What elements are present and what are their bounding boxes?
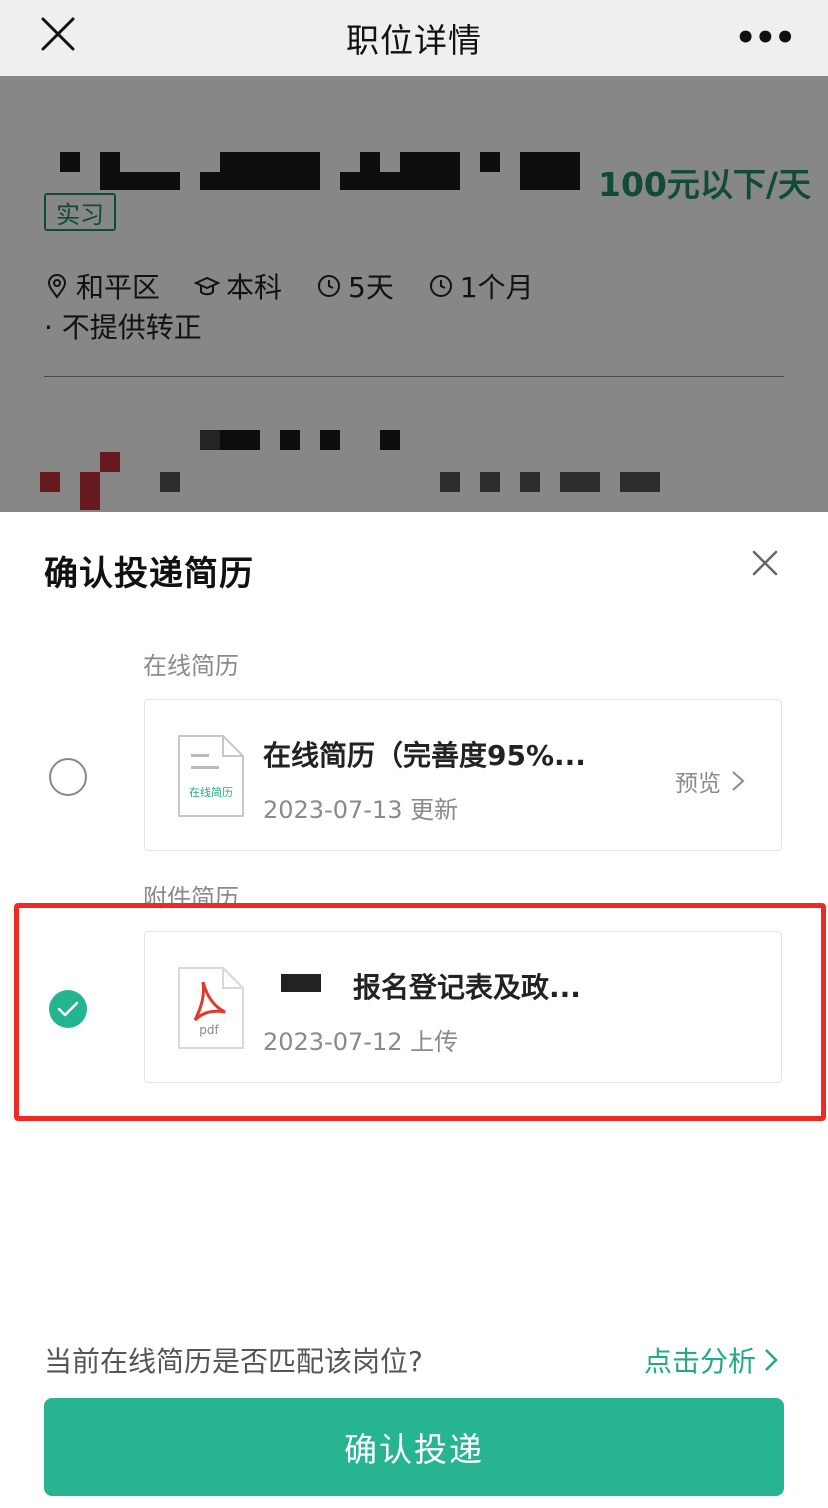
online-resume-date: 2023-07-13 更新 xyxy=(263,796,459,824)
radio-online-resume[interactable] xyxy=(49,758,87,796)
analyze-link[interactable]: 点击分析 xyxy=(644,1340,778,1380)
close-icon[interactable] xyxy=(748,546,782,580)
match-question: 当前在线简历是否匹配该岗位? xyxy=(44,1345,423,1378)
page-title: 职位详情 xyxy=(346,21,482,60)
top-navbar: 职位详情 ••• xyxy=(0,0,828,76)
online-resume-name: 在线简历（完善度95%... xyxy=(263,739,586,772)
online-resume-card[interactable]: 在线简历 在线简历（完善度95%... 2023-07-13 更新 预览 xyxy=(144,699,782,851)
preview-button[interactable]: 预览 xyxy=(675,764,745,798)
svg-text:在线简历: 在线简历 xyxy=(189,785,233,799)
close-icon[interactable] xyxy=(38,14,78,54)
highlight-annotation-box xyxy=(14,903,826,1121)
confirm-submit-button[interactable]: 确认投递 xyxy=(44,1398,784,1496)
online-resume-doc-icon: 在线简历 xyxy=(178,735,244,817)
chevron-right-icon xyxy=(732,771,745,791)
sheet-title: 确认投递简历 xyxy=(44,554,254,594)
dim-overlay[interactable] xyxy=(0,76,828,512)
more-options-icon[interactable]: ••• xyxy=(735,18,796,58)
section-label-online: 在线简历 xyxy=(143,652,239,680)
chevron-right-icon xyxy=(765,1349,778,1371)
